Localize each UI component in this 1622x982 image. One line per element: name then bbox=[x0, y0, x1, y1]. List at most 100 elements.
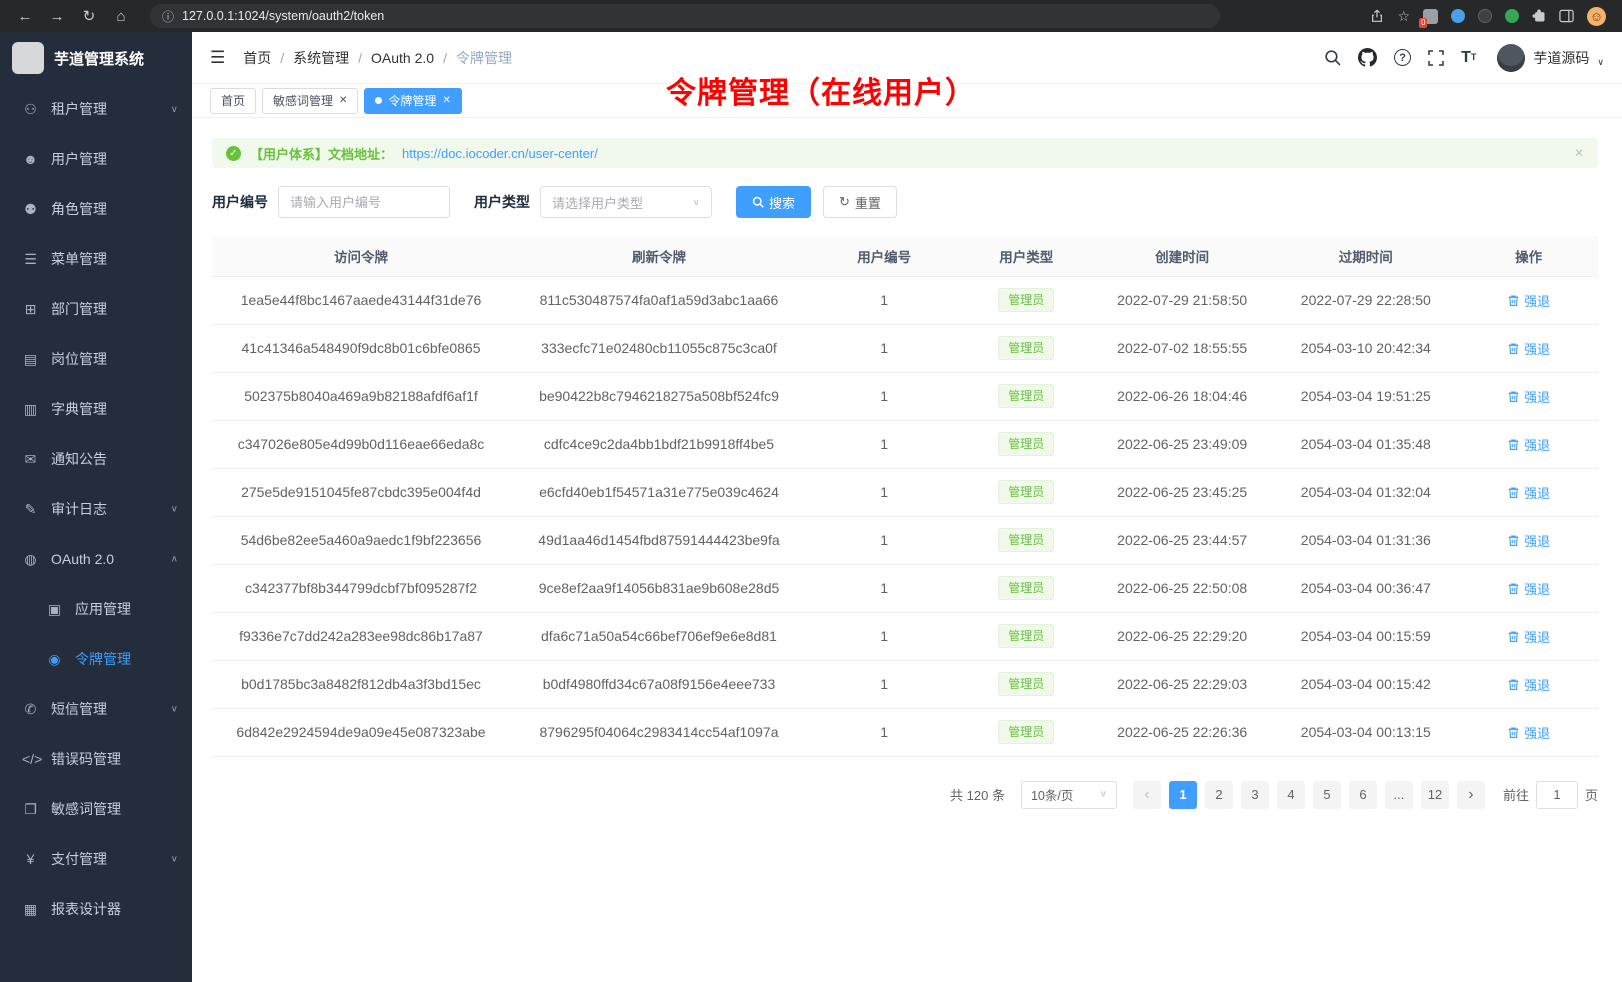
force-logout-button[interactable]: 强退 bbox=[1507, 531, 1550, 550]
force-logout-button[interactable]: 强退 bbox=[1507, 339, 1550, 358]
force-logout-button[interactable]: 强退 bbox=[1507, 723, 1550, 742]
sidebar-item-label: 菜单管理 bbox=[51, 249, 107, 269]
force-logout-button[interactable]: 强退 bbox=[1507, 627, 1550, 646]
sidebar-item[interactable]: ⚉ 角色管理 bbox=[0, 184, 192, 234]
github-icon[interactable] bbox=[1358, 48, 1377, 67]
force-logout-button[interactable]: 强退 bbox=[1507, 579, 1550, 598]
star-icon[interactable]: ☆ bbox=[1397, 8, 1410, 25]
hamburger-icon[interactable]: ☰ bbox=[210, 48, 225, 68]
sidebar-item[interactable]: ◍ OAuth 2.0 ∧ bbox=[0, 534, 192, 584]
page-info-icon[interactable]: ⓘ bbox=[162, 8, 174, 25]
user-type-tag: 管理员 bbox=[998, 480, 1054, 504]
reload-icon[interactable]: ↻ bbox=[76, 4, 102, 28]
help-icon[interactable]: ? bbox=[1394, 49, 1411, 66]
column-header: 操作 bbox=[1459, 236, 1598, 276]
reset-button[interactable]: ↻ 重置 bbox=[823, 186, 897, 218]
sidebar-item[interactable]: ☻ 用户管理 bbox=[0, 134, 192, 184]
cell-refresh-token: be90422b8c7946218275a508bf524fc9 bbox=[510, 372, 808, 420]
extension-blue-icon[interactable] bbox=[1451, 9, 1465, 23]
tab[interactable]: 首页 bbox=[210, 88, 256, 114]
extensions-puzzle-icon[interactable] bbox=[1532, 9, 1546, 23]
user-type-tag: 管理员 bbox=[998, 576, 1054, 600]
page-button[interactable]: 1 bbox=[1169, 781, 1197, 809]
sidebar-item[interactable]: ✎ 审计日志 ∨ bbox=[0, 484, 192, 534]
cell-access-token: b0d1785bc3a8482f812db4a3f3bd15ec bbox=[212, 660, 510, 708]
breadcrumb-item[interactable]: 首页 bbox=[243, 48, 293, 68]
search-button[interactable]: 搜索 bbox=[736, 186, 811, 218]
sidebar-item[interactable]: ◉ 令牌管理 bbox=[0, 634, 192, 684]
sidebar-item[interactable]: ❐ 敏感词管理 bbox=[0, 784, 192, 834]
user-type-select[interactable]: 请选择用户类型 ∨ bbox=[540, 186, 712, 218]
extension-dark-icon[interactable] bbox=[1478, 9, 1492, 23]
doc-link[interactable]: https://doc.iocoder.cn/user-center/ bbox=[402, 146, 598, 161]
sidebar-logo[interactable]: 芋道管理系统 bbox=[0, 32, 192, 84]
sidebar-item[interactable]: ▣ 应用管理 bbox=[0, 584, 192, 634]
profile-avatar-icon[interactable]: ☺ bbox=[1587, 7, 1606, 26]
force-logout-button[interactable]: 强退 bbox=[1507, 675, 1550, 694]
share-icon[interactable] bbox=[1370, 9, 1384, 24]
page-button[interactable]: 5 bbox=[1313, 781, 1341, 809]
close-icon[interactable]: ✕ bbox=[442, 95, 450, 106]
force-logout-label: 强退 bbox=[1524, 723, 1550, 742]
cell-user-id: 1 bbox=[808, 468, 960, 516]
sidebar-item[interactable]: ⚇ 租户管理 ∨ bbox=[0, 84, 192, 134]
force-logout-button[interactable]: 强退 bbox=[1507, 387, 1550, 406]
page-button[interactable]: 4 bbox=[1277, 781, 1305, 809]
sidebar-item[interactable]: ✉ 通知公告 bbox=[0, 434, 192, 484]
table-row: 1ea5e44f8bc1467aaede43144f31de76 811c530… bbox=[212, 276, 1598, 324]
forward-icon[interactable]: → bbox=[44, 4, 70, 28]
prev-page-button[interactable]: ‹ bbox=[1133, 781, 1161, 809]
sidebar-item[interactable]: ⊞ 部门管理 bbox=[0, 284, 192, 334]
tab-label: 敏感词管理 bbox=[273, 92, 333, 109]
breadcrumb-item[interactable]: 令牌管理 bbox=[456, 48, 512, 68]
force-logout-button[interactable]: 强退 bbox=[1507, 291, 1550, 310]
post-icon: ▤ bbox=[22, 351, 39, 368]
cell-access-token: 6d842e2924594de9a09e45e087323abe bbox=[212, 708, 510, 756]
sidebar-item[interactable]: ▥ 字典管理 bbox=[0, 384, 192, 434]
table-row: f9336e7c7dd242a283ee98dc86b17a87 dfa6c71… bbox=[212, 612, 1598, 660]
breadcrumb-item[interactable]: 系统管理 bbox=[293, 48, 371, 68]
force-logout-button[interactable]: 强退 bbox=[1507, 435, 1550, 454]
user-id-label: 用户编号 bbox=[212, 192, 268, 212]
back-icon[interactable]: ← bbox=[12, 4, 38, 28]
page-button[interactable]: 3 bbox=[1241, 781, 1269, 809]
goto-page-input[interactable] bbox=[1536, 781, 1578, 809]
page-button[interactable]: 6 bbox=[1349, 781, 1377, 809]
close-icon[interactable]: ✕ bbox=[339, 95, 347, 106]
page-button[interactable]: ... bbox=[1385, 781, 1413, 809]
table-row: c347026e805e4d99b0d116eae66eda8c cdfc4ce… bbox=[212, 420, 1598, 468]
alert-close-icon[interactable]: ✕ bbox=[1574, 146, 1584, 160]
page-button[interactable]: 2 bbox=[1205, 781, 1233, 809]
fullscreen-icon[interactable] bbox=[1428, 50, 1444, 66]
next-page-button[interactable]: › bbox=[1457, 781, 1485, 809]
page-size-select[interactable]: 10条/页 ∨ bbox=[1021, 781, 1117, 809]
force-logout-button[interactable]: 强退 bbox=[1507, 483, 1550, 502]
page-button[interactable]: 12 bbox=[1421, 781, 1449, 809]
sidebar-item[interactable]: ▤ 岗位管理 bbox=[0, 334, 192, 384]
side-panel-icon[interactable] bbox=[1559, 9, 1574, 23]
table-row: 41c41346a548490f9dc8b01c6bfe0865 333ecfc… bbox=[212, 324, 1598, 372]
sidebar-item[interactable]: ✆ 短信管理 ∨ bbox=[0, 684, 192, 734]
goto-suffix: 页 bbox=[1585, 785, 1598, 804]
sidebar-item[interactable]: </> 错误码管理 bbox=[0, 734, 192, 784]
breadcrumb-item[interactable]: OAuth 2.0 bbox=[371, 50, 456, 66]
extension-green-icon[interactable] bbox=[1505, 9, 1519, 23]
tab[interactable]: 令牌管理 ✕ bbox=[364, 88, 461, 114]
extension-badge-icon[interactable] bbox=[1423, 9, 1438, 24]
sidebar: 芋道管理系统 ⚇ 租户管理 ∨ ☻ 用户管理 ⚉ 角色管理 bbox=[0, 32, 192, 982]
sidebar-item[interactable]: ☰ 菜单管理 bbox=[0, 234, 192, 284]
address-bar[interactable]: ⓘ 127.0.0.1:1024/system/oauth2/token bbox=[150, 4, 1220, 28]
user-menu[interactable]: 芋道源码 ∨ bbox=[1497, 44, 1604, 72]
user-id-input[interactable] bbox=[278, 186, 450, 218]
sms-icon: ✆ bbox=[22, 701, 39, 718]
font-size-icon[interactable]: T bbox=[1461, 50, 1476, 66]
search-icon[interactable] bbox=[1324, 49, 1341, 66]
sidebar-menu: ⚇ 租户管理 ∨ ☻ 用户管理 ⚉ 角色管理 ☰ bbox=[0, 84, 192, 982]
sidebar-item[interactable]: ¥ 支付管理 ∨ bbox=[0, 834, 192, 884]
notice-icon: ✉ bbox=[22, 451, 39, 468]
tab[interactable]: 敏感词管理 ✕ bbox=[262, 88, 358, 114]
sidebar-item[interactable]: ▦ 报表设计器 bbox=[0, 884, 192, 934]
pagination: 共 120 条 10条/页 ∨ ‹ 1 2 3 4 bbox=[212, 781, 1598, 809]
home-icon[interactable]: ⌂ bbox=[108, 4, 134, 28]
page-content: ✓ 【用户体系】文档地址： https://doc.iocoder.cn/use… bbox=[192, 118, 1622, 982]
